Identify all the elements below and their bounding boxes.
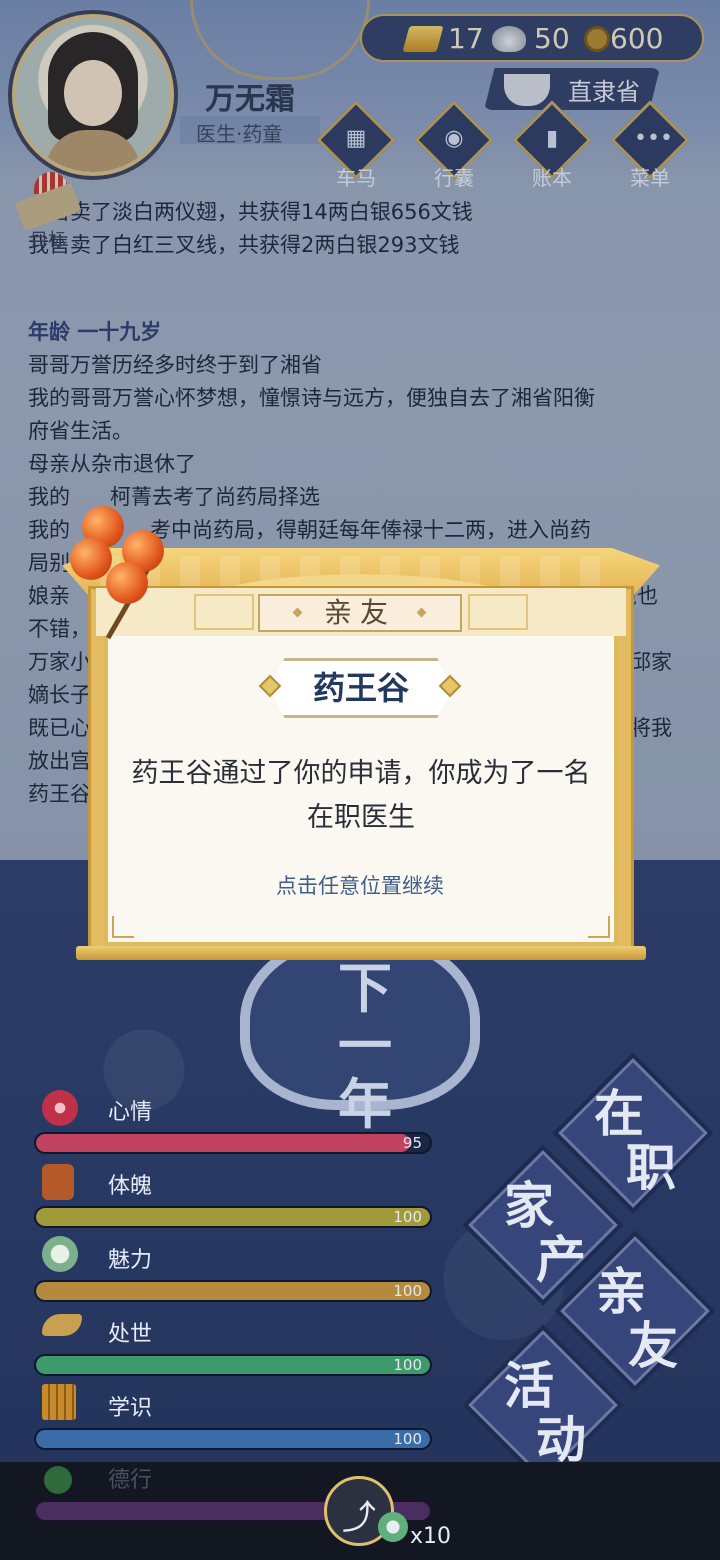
stat-bar-knowledge: 100 [34,1428,432,1450]
stat-label-virtue: 德行 [108,1468,153,1493]
stat-label-worldliness: 处世 [108,1322,153,1347]
jade-token-icon [378,1512,408,1542]
action-job-char: 职 [626,1139,676,1197]
stat-value-knowledge: 100 [393,1430,422,1448]
stat-label-physique: 体魄 [108,1174,153,1199]
stat-label-mood: 心情 [108,1100,153,1125]
stat-value-physique: 100 [393,1208,422,1226]
gourd-icon [44,1466,72,1494]
sect-name: 药王谷 [312,669,409,707]
stat-value-worldliness: 100 [393,1356,422,1374]
action-activity[interactable]: 活 动 [462,1324,624,1486]
stat-value-mood: 95 [402,1134,422,1152]
stat-bar-physique: 100 [34,1206,432,1228]
stat-bar-mood: 95 [34,1132,432,1154]
action-family-char: 友 [628,1317,678,1375]
continue-hint[interactable]: 点击任意位置继续 [110,870,610,900]
stat-bar-charm: 100 [34,1280,432,1302]
share-count: x10 [410,1524,452,1549]
dialog-title: 亲友 [323,596,396,629]
share-icon: ⤴ [342,1498,376,1538]
dialog-message: 药王谷通过了你的申请，你成为了一名在职医生 [131,758,591,833]
next-year-label: 下一年 [338,957,392,1136]
dialog-base [76,946,646,960]
stat-bar-worldliness: 100 [34,1354,432,1376]
books-icon [42,1384,76,1420]
candied-haws-decoration [60,504,170,640]
stat-value-charm: 100 [393,1282,422,1300]
flower-icon [42,1090,78,1126]
drum-icon [42,1164,74,1200]
stat-label-knowledge: 学识 [108,1396,153,1421]
jade-icon [42,1236,78,1272]
stat-label-charm: 魅力 [108,1248,153,1273]
